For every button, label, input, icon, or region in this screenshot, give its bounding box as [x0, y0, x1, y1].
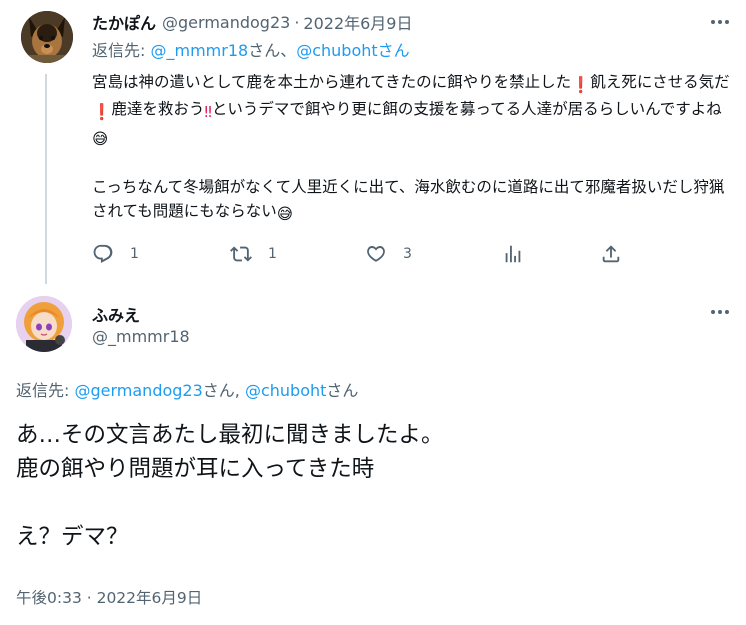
reply-to-line: 返信先: @germandog23さん, @chubohtさん [16, 377, 358, 401]
reply-to-user-link[interactable]: @germandog23 [74, 381, 202, 400]
reply-to-user-link[interactable]: @chubohtさん [296, 41, 409, 60]
tweet-line: え？デマ？ [16, 524, 129, 550]
thread-line [45, 74, 47, 284]
retweet-count: 1 [268, 246, 277, 262]
text-segment: 飢え死にさせる気だ [590, 73, 730, 91]
parent-tweet-body: たかぽん @germandog23 · 2022年6月9日 返信先: @_mmm… [92, 10, 732, 226]
tweet-paragraph: こっちなんて冬場餌がなくて人里近くに出て、海水飲むのに道路に出て邪魔者扱いだし狩… [92, 175, 732, 226]
reply-button[interactable]: 1 [92, 240, 139, 268]
display-name[interactable]: ふみえ [92, 302, 140, 326]
focused-tweet: ふみえ @_mmmr18 返信先: @germandog23さん, @chubo… [0, 280, 746, 625]
tweet-line: 鹿の餌やり問題が耳に入ってきた時 [16, 456, 375, 482]
reply-to-san: さん, [202, 381, 245, 400]
more-options-icon[interactable] [708, 302, 732, 322]
reply-to-san: さん、 [248, 41, 297, 60]
reply-count: 1 [130, 246, 139, 262]
reply-to-prefix: 返信先: [16, 381, 75, 400]
user-handle[interactable]: @germandog23 [162, 13, 290, 32]
retweet-icon [230, 246, 252, 262]
user-handle[interactable]: @_mmmr18 [92, 327, 190, 346]
sweat-smile-emoji-icon: 😅 [276, 205, 293, 223]
analytics-icon [505, 245, 521, 263]
parent-tweet-text: 宮島は神の遣いとして鹿を本土から連れてきたのに餌やりを禁止した❗飢え死にさせる気… [92, 70, 732, 226]
focused-tweet-text: あ…その文言あたし最初に聞きましたよ。 鹿の餌やり問題が耳に入ってきた時 え？デ… [16, 418, 726, 554]
anime-girl-avatar-image [16, 296, 72, 352]
heart-icon [367, 245, 385, 262]
text-segment: というデマで餌やり更に餌の支援を募ってる人達が居るらしいんですよね [211, 100, 722, 118]
exclamation-emoji-icon: ❗ [92, 103, 112, 121]
text-segment: こっちなんて冬場餌がなくて人里近くに出て、海水飲むのに道路に出て邪魔者扱いだし狩… [92, 178, 725, 220]
parent-tweet[interactable]: たかぽん @germandog23 · 2022年6月9日 返信先: @_mmm… [0, 0, 746, 284]
text-segment: 鹿達を救おう [111, 100, 205, 118]
sweat-smile-emoji-icon: 😅 [92, 130, 109, 148]
more-options-icon[interactable] [708, 12, 732, 32]
retweet-button[interactable]: 1 [230, 240, 277, 268]
reply-to-user-link[interactable]: @chuboht [245, 381, 326, 400]
separator-dot: · [294, 12, 300, 32]
like-count: 3 [403, 246, 412, 262]
tweet-paragraph: 宮島は神の遣いとして鹿を本土から連れてきたのに餌やりを禁止した❗飢え死にさせる気… [92, 70, 732, 151]
reply-to-san: さん [326, 381, 359, 400]
share-button[interactable] [600, 240, 622, 268]
reply-to-line: 返信先: @_mmmr18さん、@chubohtさん [92, 40, 732, 62]
tweet-timestamp[interactable]: 午後0:33 · 2022年6月9日 [16, 586, 202, 608]
reply-icon [93, 244, 113, 263]
dog-avatar-image [21, 11, 73, 63]
avatar-germandog23[interactable] [21, 11, 73, 63]
text-segment: 宮島は神の遣いとして鹿を本土から連れてきたのに餌やりを禁止した [92, 73, 572, 91]
reply-to-prefix: 返信先: [92, 41, 151, 60]
tweet-date[interactable]: 2022年6月9日 [303, 10, 412, 34]
parent-tweet-header: たかぽん @germandog23 · 2022年6月9日 [92, 10, 732, 34]
exclamation-emoji-icon: ❗ [571, 76, 591, 94]
reply-to-user-link[interactable]: @_mmmr18 [150, 41, 248, 60]
view-analytics-button[interactable] [502, 240, 524, 268]
share-icon [602, 245, 620, 263]
avatar-mmmr18[interactable] [16, 296, 72, 352]
display-name[interactable]: たかぽん [92, 10, 156, 34]
tweet-line: あ…その文言あたし最初に聞きましたよ。 [16, 422, 444, 448]
like-button[interactable]: 3 [365, 240, 412, 268]
double-exclamation-emoji-icon: ‼ [204, 103, 212, 121]
tweet-action-bar: 1 1 3 [92, 240, 632, 268]
